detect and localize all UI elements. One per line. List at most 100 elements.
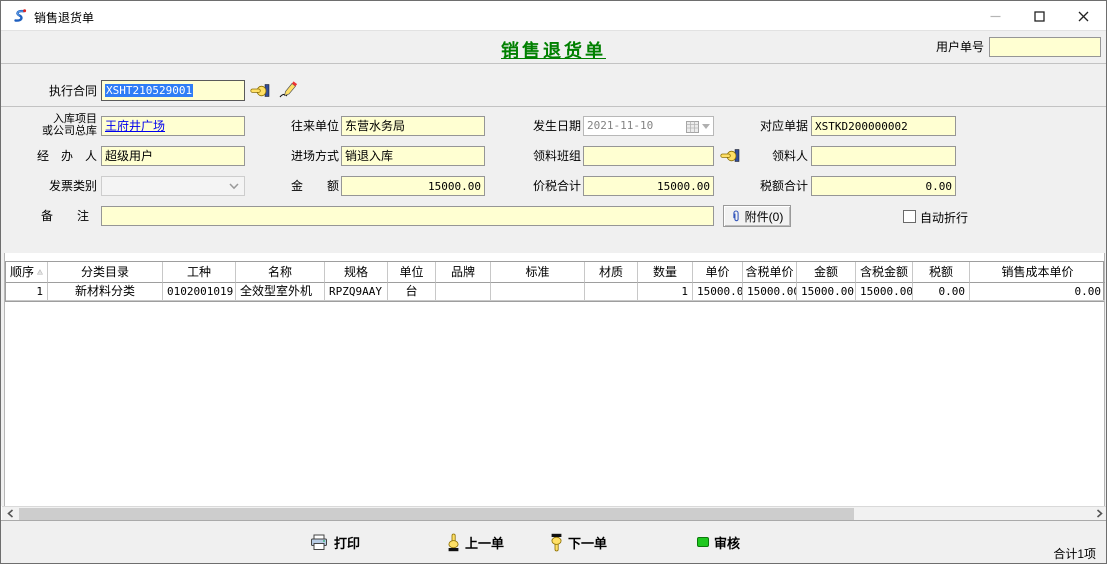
column-header[interactable]: 单价 — [693, 262, 743, 283]
cell[interactable]: 0.00 — [970, 283, 1105, 301]
approve-icon — [697, 537, 709, 547]
document-title: 销售退货单 — [501, 37, 606, 63]
entry-mode-field[interactable]: 销退入库 — [341, 146, 485, 166]
ref-doc-field[interactable]: XSTKD200000002 — [811, 116, 956, 136]
calendar-icon — [686, 120, 699, 133]
hand-down-icon — [550, 533, 563, 552]
maximize-button[interactable] — [1017, 1, 1062, 31]
column-header[interactable]: 材质 — [585, 262, 638, 283]
invoice-type-dropdown[interactable] — [101, 176, 245, 196]
column-header[interactable]: 分类目录 — [48, 262, 163, 283]
contract-edit-button[interactable] — [277, 79, 298, 103]
cell[interactable]: 0102001019 — [163, 283, 236, 301]
amount-value: 15000.00 — [428, 180, 481, 193]
user-no-label: 用户单号 — [927, 40, 984, 54]
cell[interactable]: 0.00 — [913, 283, 970, 301]
window-title: 销售退货单 — [34, 9, 94, 26]
warehouse-label: 入库项目 或公司总库 — [21, 113, 97, 137]
maximize-icon — [1034, 11, 1045, 22]
total-with-tax-field[interactable]: 15000.00 — [583, 176, 714, 196]
column-header-label: 工种 — [187, 262, 211, 283]
ref-doc-label: 对应单据 — [751, 119, 808, 133]
chevron-right-icon — [1096, 509, 1103, 518]
close-button[interactable] — [1061, 1, 1106, 31]
scroll-left-button[interactable] — [2, 507, 18, 520]
column-header-label: 含税单价 — [746, 262, 794, 283]
cell[interactable]: 1 — [6, 283, 48, 301]
hand-up-icon — [447, 533, 460, 552]
column-header[interactable]: 标准 — [491, 262, 585, 283]
contract-select-button[interactable] — [250, 83, 270, 101]
cell[interactable]: 台 — [388, 283, 436, 301]
total-with-tax-value: 15000.00 — [657, 180, 710, 193]
operator-field[interactable]: 超级用户 — [101, 146, 245, 166]
column-header[interactable]: 工种 — [163, 262, 236, 283]
remark-label: 备 注 — [21, 209, 89, 223]
cell[interactable]: 15000.00 — [797, 283, 856, 301]
amount-field[interactable]: 15000.00 — [341, 176, 485, 196]
ref-doc-value: XSTKD200000002 — [815, 120, 908, 133]
cell[interactable]: 新材料分类 — [48, 283, 163, 301]
contract-field[interactable]: XSHT210529001 — [101, 80, 245, 101]
column-header[interactable]: 税额 — [913, 262, 970, 283]
column-header[interactable]: 顺序 — [6, 262, 48, 283]
column-header-label: 单价 — [705, 262, 729, 283]
tax-total-field[interactable]: 0.00 — [811, 176, 956, 196]
cell[interactable]: 全效型室外机 — [236, 283, 325, 301]
column-header[interactable]: 销售成本单价 — [970, 262, 1105, 283]
cell[interactable] — [585, 283, 638, 301]
cell[interactable]: 15000.00 — [856, 283, 913, 301]
scrollbar-thumb[interactable] — [19, 508, 854, 520]
horizontal-scrollbar[interactable] — [2, 506, 1107, 520]
column-header-label: 单位 — [399, 262, 423, 283]
column-header[interactable]: 名称 — [236, 262, 325, 283]
pointing-hand-icon — [250, 83, 270, 98]
audit-button-label: 审核 — [714, 533, 740, 552]
cell[interactable]: 15000.00 — [693, 283, 743, 301]
cell[interactable] — [436, 283, 491, 301]
counterparty-field[interactable]: 东营水务局 — [341, 116, 485, 136]
column-header[interactable]: 含税单价 — [743, 262, 797, 283]
date-dropdown-arrow-icon[interactable] — [702, 124, 710, 129]
operator-value: 超级用户 — [105, 149, 153, 163]
column-header[interactable]: 单位 — [388, 262, 436, 283]
print-button[interactable]: 打印 — [309, 532, 360, 552]
print-button-label: 打印 — [334, 533, 360, 552]
cell[interactable] — [491, 283, 585, 301]
cell[interactable]: RPZQ9AAY （ — [325, 283, 388, 301]
minimize-icon — [990, 11, 1001, 22]
date-field[interactable]: 2021-11-10 — [583, 116, 714, 136]
user-no-field[interactable] — [989, 37, 1101, 57]
cell[interactable]: 1 — [638, 283, 693, 301]
minimize-button[interactable] — [973, 1, 1018, 31]
team-field[interactable] — [583, 146, 714, 166]
operator-label: 经 办 人 — [21, 149, 97, 163]
picker-field[interactable] — [811, 146, 956, 166]
previous-order-button[interactable]: 上一单 — [447, 532, 504, 552]
scroll-right-button[interactable] — [1091, 507, 1107, 520]
cell[interactable]: 15000.00 — [743, 283, 797, 301]
column-header-label: 分类目录 — [81, 262, 129, 283]
column-header[interactable]: 数量 — [638, 262, 693, 283]
contract-label: 执行合同 — [21, 84, 97, 98]
auto-wrap-checkbox[interactable] — [903, 210, 916, 223]
tax-total-value: 0.00 — [926, 180, 953, 193]
team-label: 领料班组 — [524, 149, 581, 163]
column-header[interactable]: 含税金额 — [856, 262, 913, 283]
team-select-button[interactable] — [720, 148, 740, 166]
tax-total-label: 税额合计 — [751, 179, 808, 193]
remark-field[interactable] — [101, 206, 714, 226]
next-order-button[interactable]: 下一单 — [550, 532, 607, 552]
table-row: 1新材料分类0102001019全效型室外机RPZQ9AAY （台115000.… — [6, 283, 1103, 301]
column-header-label: 含税金额 — [860, 262, 908, 283]
date-value: 2021-11-10 — [587, 117, 686, 135]
warehouse-value[interactable]: 王府井广场 — [105, 119, 165, 133]
column-header[interactable]: 品牌 — [436, 262, 491, 283]
chevron-left-icon — [7, 509, 14, 518]
attachment-button[interactable]: 附件(0) — [723, 205, 791, 227]
warehouse-field[interactable]: 王府井广场 — [101, 116, 245, 136]
column-header[interactable]: 规格 — [325, 262, 388, 283]
audit-button[interactable]: 审核 — [697, 532, 740, 552]
column-header[interactable]: 金额 — [797, 262, 856, 283]
amount-label: 金 额 — [284, 179, 339, 193]
